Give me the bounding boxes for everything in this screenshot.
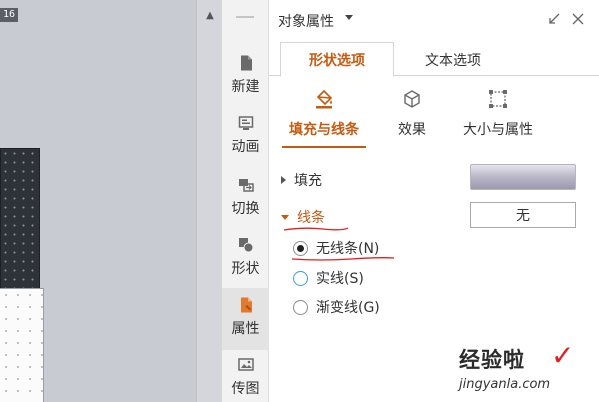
vertical-scrollbar[interactable]: ▲ [196,0,222,402]
subtab-label: 大小与属性 [463,122,533,138]
line-section-toggle[interactable]: 线条 [281,207,325,227]
collapse-arrow-icon [281,214,289,220]
toolbar-grip[interactable] [236,16,254,18]
subtab-size-and-properties[interactable]: 大小与属性 [456,88,540,148]
check-mark-icon: ✓ [551,339,575,372]
properties-icon [240,297,252,313]
slide-thumbnail-dark[interactable] [0,148,40,298]
subtab-label: 效果 [398,122,426,138]
side-toolbar: 新建 动画 切换 形状 属性 传图 [222,0,269,402]
toolbar-label: 属性 [231,321,260,337]
radio-button[interactable] [293,299,308,315]
ruler-tag: 16 [0,8,19,22]
upload-image-icon [237,358,254,371]
toolbar-label: 切换 [231,201,260,217]
radio-gradient-line[interactable]: 渐变线(G) [293,297,380,317]
radio-solid-line[interactable]: 实线(S) [293,268,364,288]
slide-thumbnail-white[interactable] [0,288,44,402]
toolbar-label: 动画 [231,139,260,155]
slide-canvas[interactable]: 16 ▲ [0,0,222,402]
watermark-logo: 经验啦 ✓ jingyanla.com [459,339,597,400]
radio-label: 渐变线(G) [316,300,380,316]
shape-icon [238,238,253,253]
panel-title-dropdown[interactable]: 对象属性 [278,11,334,31]
radio-no-line[interactable]: 无线条(N) [293,238,379,258]
radio-button[interactable] [293,270,308,286]
animation-icon [238,116,253,130]
scroll-up-icon[interactable]: ▲ [204,10,216,22]
document-icon [240,55,252,71]
subtab-label: 填充与线条 [289,122,359,138]
subtab-fill-and-line[interactable]: 填充与线条 [282,88,366,148]
toolbar-label: 传图 [231,381,260,397]
options-tab-bar: 形状选项 文本选项 [269,42,599,77]
paint-bucket-icon [316,89,333,109]
watermark-text: 经验啦 [459,347,525,372]
fill-color-swatch[interactable] [470,164,576,190]
toolbar-item-properties[interactable]: 属性 [222,288,269,350]
collapse-arrow-icon[interactable] [547,12,561,26]
toolbar-item-animation[interactable]: 动画 [222,106,269,168]
toolbar-label: 形状 [231,261,260,277]
fill-section-toggle[interactable]: 填充 [281,170,322,190]
toolbar-item-new[interactable]: 新建 [222,46,269,108]
toolbar-item-upload-image[interactable]: 传图 [222,348,269,402]
fill-section-label: 填充 [294,173,322,189]
caret-down-icon[interactable] [345,15,353,20]
line-section-label: 线条 [297,210,325,226]
toolbar-item-switch[interactable]: 切换 [222,168,269,230]
tab-text-options[interactable]: 文本选项 [394,42,512,77]
switch-icon [238,179,254,192]
toolbar-item-shape[interactable]: 形状 [222,228,269,290]
radio-label: 实线(S) [316,271,364,287]
expand-arrow-icon [281,176,286,184]
radio-label: 无线条(N) [316,241,380,257]
handwritten-underline [291,257,395,261]
toolbar-label: 新建 [231,79,260,95]
watermark-url: jingyanla.com [459,377,551,392]
radio-button-checked[interactable] [293,240,308,256]
close-icon[interactable] [571,12,585,26]
size-frame-icon [489,90,507,108]
subtab-effects[interactable]: 效果 [390,88,434,148]
handwritten-underline [283,227,349,231]
object-properties-panel: 对象属性 形状选项 文本选项 填充与线条 效果 大小与属性 填充 线条 无 无线… [269,0,599,402]
tab-shape-options[interactable]: 形状选项 [280,42,394,77]
line-type-dropdown[interactable]: 无 [470,202,576,228]
cube-icon [404,90,420,108]
